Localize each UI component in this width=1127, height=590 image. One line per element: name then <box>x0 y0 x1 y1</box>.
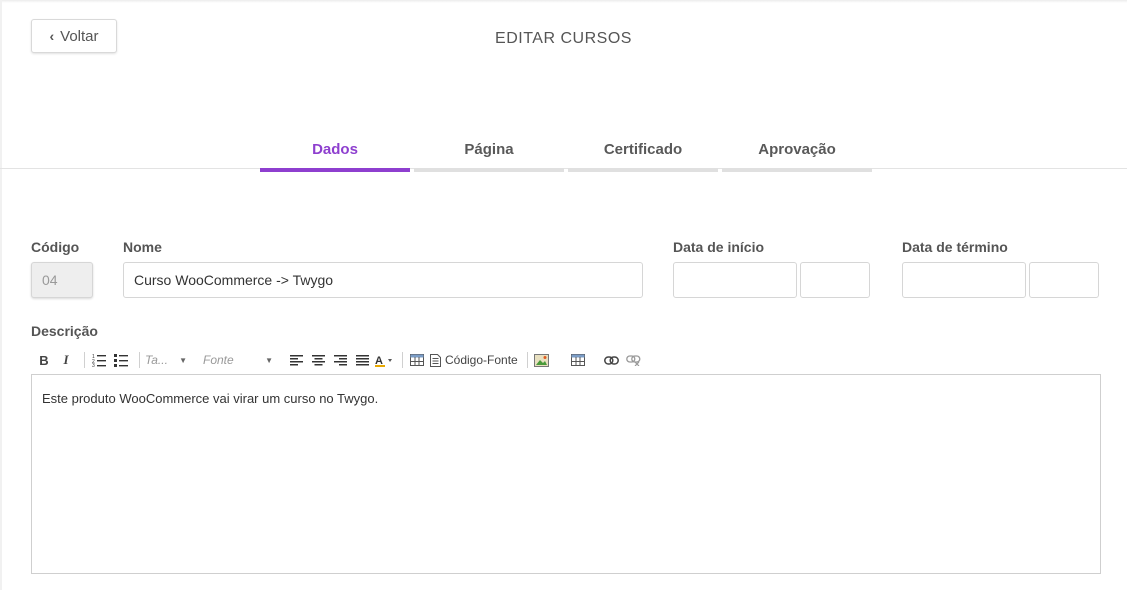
tab-certificado-label: Certificado <box>603 141 683 158</box>
table-icon[interactable] <box>408 351 426 369</box>
nome-label: Nome <box>123 239 162 255</box>
data-inicio-date-field[interactable] <box>673 262 797 298</box>
codigo-field: 04 <box>31 262 93 298</box>
nome-field[interactable]: Curso WooCommerce -> Twygo <box>123 262 643 298</box>
align-right-icon[interactable] <box>331 351 349 369</box>
tab-certificado[interactable]: Certificado <box>568 140 718 172</box>
data-termino-label: Data de término <box>902 239 1008 255</box>
align-justify-icon[interactable] <box>353 351 371 369</box>
chevron-down-icon: ▼ <box>265 355 273 365</box>
font-size-select[interactable]: Ta... ▼ <box>145 353 187 367</box>
tab-dados-label: Dados <box>312 141 358 158</box>
top-shadow <box>0 0 1127 3</box>
document-icon <box>430 353 441 367</box>
page-title: EDITAR CURSOS <box>495 30 632 47</box>
tab-pagina[interactable]: Página <box>414 140 564 172</box>
data-inicio-time-field[interactable] <box>800 262 870 298</box>
svg-text:3: 3 <box>92 363 95 367</box>
data-inicio-label: Data de início <box>673 239 765 255</box>
toolbar-separator <box>139 352 140 368</box>
codigo-label: Código <box>31 239 80 255</box>
description-text: Este produto WooCommerce vai virar um cu… <box>42 391 379 406</box>
bold-button[interactable]: B <box>35 351 53 369</box>
codigo-value: 04 <box>42 272 58 288</box>
font-family-select[interactable]: Fonte ▼ <box>203 353 273 367</box>
font-family-select-value: Fonte <box>203 353 234 367</box>
data-termino-date-field[interactable] <box>902 262 1026 298</box>
chevron-down-icon: ▼ <box>179 355 187 365</box>
nome-value: Curso WooCommerce -> Twygo <box>134 272 334 288</box>
tab-pagina-label: Página <box>464 141 514 158</box>
italic-button[interactable]: I <box>57 351 75 369</box>
description-editor[interactable]: Este produto WooCommerce vai virar um cu… <box>31 374 1101 574</box>
source-code-button[interactable]: Código-Fonte <box>430 351 518 369</box>
left-border <box>0 0 2 590</box>
toolbar-separator <box>402 352 403 368</box>
toolbar-separator <box>526 352 528 368</box>
link-icon[interactable] <box>603 351 621 369</box>
tab-aprovacao[interactable]: Aprovação <box>722 140 872 172</box>
source-code-label: Código-Fonte <box>445 353 518 367</box>
text-color-icon[interactable]: A <box>375 351 393 369</box>
descricao-label: Descrição <box>31 323 98 339</box>
tab-aprovacao-label: Aprovação <box>758 141 836 158</box>
image-icon[interactable] <box>533 351 551 369</box>
numbered-list-icon[interactable]: 123 <box>90 351 108 369</box>
bullet-list-icon[interactable] <box>112 351 130 369</box>
align-left-icon[interactable] <box>287 351 305 369</box>
align-center-icon[interactable] <box>309 351 327 369</box>
editor-toolbar: B I 123 Ta... ▼ Fonte ▼ A Código-Fonte <box>35 350 647 370</box>
tab-dados[interactable]: Dados <box>260 140 410 172</box>
data-termino-time-field[interactable] <box>1029 262 1099 298</box>
unlink-icon[interactable] <box>625 351 643 369</box>
toolbar-separator <box>84 352 85 368</box>
font-size-select-value: Ta... <box>145 353 168 367</box>
insert-table-icon[interactable] <box>569 351 587 369</box>
